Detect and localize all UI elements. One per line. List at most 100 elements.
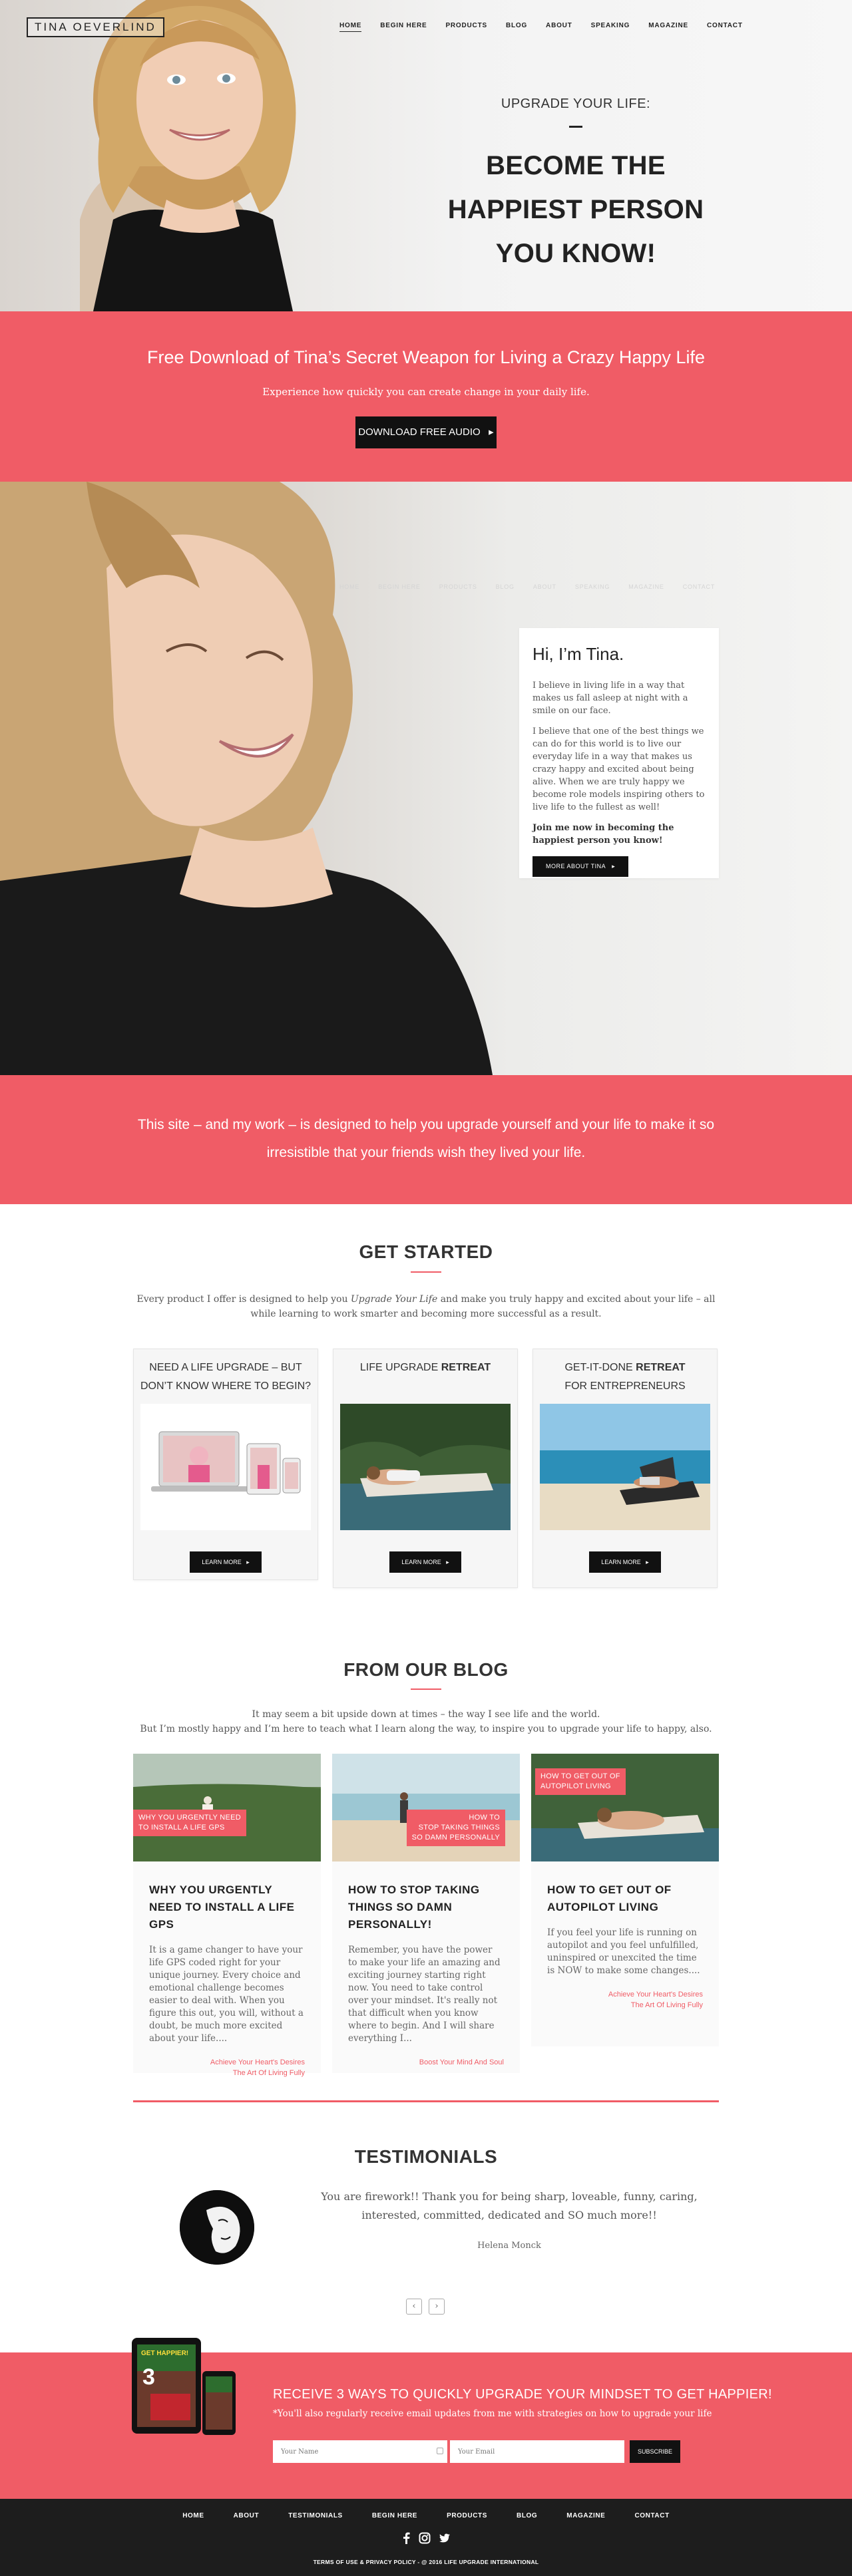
about-card: Hi, I’m Tina. I believe in living life i… — [519, 628, 719, 878]
footer-nav: HOME ABOUT TESTIMONIALS BEGIN HERE PRODU… — [0, 2512, 852, 2519]
retreat-image — [340, 1404, 511, 1530]
post-title[interactable]: HOW TO GET OUT OF AUTOPILOT LIVING — [547, 1881, 703, 1916]
footer-link-about[interactable]: ABOUT — [234, 2512, 260, 2519]
post-tag-line-1: WHY YOU URGENTLY NEED — [138, 1814, 242, 1822]
site-logo[interactable]: TINA OEVERLIND — [27, 17, 164, 37]
product-title: NEED A LIFE UPGRADE – BUT DON’T KNOW WHE… — [134, 1349, 318, 1404]
play-arrow-icon: ▸ — [612, 863, 616, 870]
nav-item-magazine[interactable]: MAGAZINE — [648, 22, 688, 32]
chevron-left-icon: ‹ — [412, 2301, 416, 2311]
post-title[interactable]: HOW TO STOP TAKING THINGS SO DAMN PERSON… — [348, 1881, 504, 1933]
play-arrow-icon: ▸ — [246, 1559, 250, 1565]
more-about-tina-button[interactable]: MORE ABOUT TINA ▸ — [532, 856, 629, 877]
get-started-intro: Every product I offer is designed to hel… — [133, 1292, 719, 1321]
post-tag-line-2: TO INSTALL A LIFE GPS — [138, 1824, 225, 1832]
testimonial-quote: You are firework!! Thank you for being s… — [321, 2190, 698, 2221]
nav-item-home[interactable]: HOME — [339, 22, 362, 32]
post-tag-line-1: HOW TO GET OUT OF — [540, 1772, 620, 1780]
testimonial-prev-button[interactable]: ‹ — [406, 2299, 422, 2315]
product-card-entrepreneur-retreat[interactable]: GET-IT-DONE RETREAT FOR ENTREPRENEURS LEA… — [532, 1349, 718, 1588]
newsletter-section: GET HAPPIER! 3 RECEIVE 3 WAYS TO QUICKLY… — [0, 2338, 852, 2499]
newsletter-email-input[interactable] — [450, 2440, 624, 2463]
footer-link-testimonials[interactable]: TESTIMONIALS — [288, 2512, 343, 2519]
learn-more-button[interactable]: LEARN MORE ▸ — [190, 1551, 262, 1573]
post-category-link[interactable]: Achieve Your Heart's Desires — [608, 1991, 703, 1999]
ebook-devices-image: GET HAPPIER! 3 — [132, 2338, 236, 2435]
blog-post-card[interactable]: WHY YOU URGENTLY NEED TO INSTALL A LIFE G… — [133, 1754, 321, 2077]
devices-image — [140, 1404, 311, 1530]
footer-copyright[interactable]: TERMS OF USE & PRIVACY POLICY - @ 2016 L… — [0, 2559, 852, 2565]
blog-intro-line-2: But I’m mostly happy and I’m here to tea… — [140, 1724, 712, 1734]
product-title-text: GET-IT-DONE — [564, 1362, 636, 1373]
about-paragraph-1: I believe in living life in a way that m… — [532, 681, 688, 716]
nav-item-about[interactable]: ABOUT — [546, 22, 572, 32]
post-excerpt: It is a game changer to have your life G… — [149, 1945, 304, 2044]
learn-more-button[interactable]: LEARN MORE ▸ — [589, 1551, 661, 1573]
testimonial-next-button[interactable]: › — [429, 2299, 445, 2315]
post-tag-line-2: AUTOPILOT LIVING — [540, 1782, 611, 1790]
faded-nav-item: BLOG — [495, 583, 515, 590]
newsletter-name-input[interactable] — [273, 2440, 447, 2463]
play-arrow-icon: ▸ — [646, 1559, 649, 1565]
subscribe-button[interactable]: SUBSCRIBE — [630, 2440, 680, 2463]
footer-link-home[interactable]: HOME — [182, 2512, 204, 2519]
download-audio-label: DOWNLOAD FREE AUDIO — [358, 426, 481, 438]
learn-more-label: LEARN MORE — [601, 1559, 641, 1565]
nav-item-begin-here[interactable]: BEGIN HERE — [380, 22, 427, 32]
learn-more-label: LEARN MORE — [401, 1559, 441, 1565]
post-category-link[interactable]: Achieve Your Heart's Desires — [210, 2058, 305, 2066]
blog-post-card[interactable]: HOW TO STOP TAKING THINGS SO DAMN PERSONAL… — [332, 1754, 520, 2073]
avatar-silhouette-image — [180, 2190, 254, 2265]
faded-nav: HOME BEGIN HERE PRODUCTS BLOG ABOUT SPEA… — [339, 583, 715, 590]
post-category-link[interactable]: The Art Of Living Fully — [233, 2069, 305, 2077]
product-card-life-upgrade[interactable]: NEED A LIFE UPGRADE – BUT DON’T KNOW WHE… — [133, 1349, 318, 1580]
play-arrow-icon: ▸ — [489, 426, 494, 438]
twitter-icon[interactable] — [439, 2532, 451, 2544]
footer-link-begin-here[interactable]: BEGIN HERE — [372, 2512, 417, 2519]
footer-link-contact[interactable]: CONTACT — [634, 2512, 669, 2519]
post-categories: Boost Your Mind And Soul — [348, 2057, 504, 2068]
product-title-text: NEED A LIFE UPGRADE – BUT DON’T KNOW WHE… — [140, 1362, 312, 1392]
product-title: GET-IT-DONE RETREAT FOR ENTREPRENEURS — [533, 1349, 717, 1404]
get-started-heading: GET STARTED — [359, 1241, 493, 1262]
faded-nav-item: ABOUT — [532, 583, 556, 590]
nav-item-contact[interactable]: CONTACT — [707, 22, 743, 32]
learn-more-label: LEARN MORE — [202, 1559, 242, 1565]
intro-text-start: Every product I offer is designed to hel… — [136, 1294, 351, 1305]
faded-nav-item: HOME — [339, 583, 360, 590]
nav-item-blog[interactable]: BLOG — [506, 22, 527, 32]
more-about-tina-label: MORE ABOUT TINA — [546, 863, 606, 870]
learn-more-button[interactable]: LEARN MORE ▸ — [389, 1551, 461, 1573]
post-tag-line-3: SO DAMN PERSONALLY — [411, 1834, 500, 1842]
blog-intro: It may seem a bit upside down at times –… — [133, 1707, 719, 1736]
footer-link-blog[interactable]: BLOG — [517, 2512, 537, 2519]
post-image-tag: HOW TO STOP TAKING THINGS SO DAMN PERSONAL… — [406, 1810, 505, 1846]
social-links — [0, 2532, 852, 2544]
product-title: LIFE UPGRADE RETREAT — [333, 1349, 517, 1404]
faded-nav-item: BEGIN HERE — [378, 583, 421, 590]
download-audio-button[interactable]: DOWNLOAD FREE AUDIO ▸ — [355, 416, 497, 448]
mission-text: This site – and my work – is designed to… — [137, 1117, 715, 1160]
product-title-line2: FOR ENTREPRENEURS — [564, 1380, 686, 1392]
post-body: WHY YOU URGENTLY NEED TO INSTALL A LIFE … — [133, 1861, 321, 2090]
blog-post-card[interactable]: HOW TO GET OUT OF AUTOPILOT LIVING HOW TO… — [531, 1754, 719, 2046]
post-title[interactable]: WHY YOU URGENTLY NEED TO INSTALL A LIFE … — [149, 1881, 305, 1933]
instagram-icon[interactable] — [419, 2532, 431, 2544]
post-tag-line-1: HOW TO — [469, 1814, 500, 1822]
post-categories: Achieve Your Heart's Desires The Art Of L… — [149, 2057, 305, 2078]
hero-kicker: UPGRADE YOUR LIFE: — [501, 96, 651, 111]
nav-item-products[interactable]: PRODUCTS — [445, 22, 487, 32]
post-category-link[interactable]: The Art Of Living Fully — [631, 2001, 703, 2009]
hero-divider — [569, 126, 582, 128]
nav-item-speaking[interactable]: SPEAKING — [591, 22, 630, 32]
post-excerpt: Remember, you have the power to make you… — [348, 1945, 501, 2044]
facebook-icon[interactable] — [401, 2532, 411, 2544]
product-card-retreat[interactable]: LIFE UPGRADE RETREAT LEARN MORE ▸ — [333, 1349, 518, 1588]
footer-link-products[interactable]: PRODUCTS — [447, 2512, 487, 2519]
product-title-bold: RETREAT — [636, 1362, 686, 1373]
mission-section: This site – and my work – is designed to… — [0, 1075, 852, 1204]
footer-link-magazine[interactable]: MAGAZINE — [566, 2512, 605, 2519]
hero-section: TINA OEVERLIND HOME BEGIN HERE PRODUCTS … — [0, 0, 852, 311]
hero-title: BECOME THE HAPPIEST PERSON YOU KNOW! — [447, 151, 704, 268]
post-category-link[interactable]: Boost Your Mind And Soul — [419, 2058, 504, 2066]
